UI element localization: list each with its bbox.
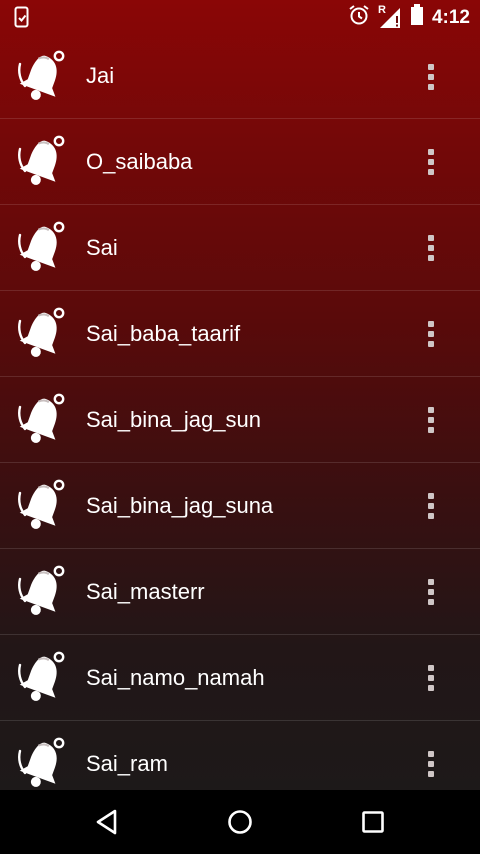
ringtone-name: Sai_baba_taarif bbox=[86, 321, 241, 346]
bell-icon bbox=[16, 305, 68, 361]
bell-icon bbox=[16, 219, 68, 275]
alarm-clock-icon bbox=[348, 4, 370, 31]
bell-icon bbox=[16, 735, 68, 790]
bell-icon bbox=[16, 477, 68, 533]
list-item[interactable]: Sai_namo_namah bbox=[0, 635, 480, 721]
ringtone-name: Sai bbox=[86, 235, 118, 260]
phone-update-icon bbox=[14, 6, 30, 33]
more-vert-icon[interactable] bbox=[416, 231, 446, 265]
bell-icon bbox=[16, 563, 68, 619]
recents-button[interactable] bbox=[357, 806, 389, 838]
ringtone-name: Sai_bina_jag_suna bbox=[86, 493, 274, 518]
list-item[interactable]: O_saibaba bbox=[0, 119, 480, 205]
more-vert-icon[interactable] bbox=[416, 747, 446, 781]
ringtone-name: Sai_bina_jag_sun bbox=[86, 407, 261, 432]
list-item[interactable]: Sai_bina_jag_sun bbox=[0, 377, 480, 463]
battery-icon bbox=[410, 4, 424, 31]
more-vert-icon[interactable] bbox=[416, 145, 446, 179]
navigation-bar bbox=[0, 790, 480, 854]
more-vert-icon[interactable] bbox=[416, 661, 446, 695]
bell-icon bbox=[16, 48, 68, 104]
ringtone-name: Sai_ram bbox=[86, 751, 168, 776]
more-vert-icon[interactable] bbox=[416, 60, 446, 94]
bell-icon bbox=[16, 133, 68, 189]
home-button[interactable] bbox=[224, 806, 256, 838]
more-vert-icon[interactable] bbox=[416, 317, 446, 351]
list-item[interactable]: Jai bbox=[0, 34, 480, 119]
status-time: 4:12 bbox=[431, 6, 470, 28]
back-icon bbox=[96, 809, 117, 835]
more-vert-icon[interactable] bbox=[416, 403, 446, 437]
home-icon bbox=[228, 810, 252, 834]
ringtone-name: Jai bbox=[86, 63, 115, 88]
bell-icon bbox=[16, 649, 68, 705]
ringtone-name: Sai_masterr bbox=[86, 579, 205, 604]
list-item[interactable]: Sai_ram bbox=[0, 721, 480, 790]
back-button[interactable] bbox=[91, 806, 123, 838]
list-item[interactable]: Sai bbox=[0, 205, 480, 291]
list-item[interactable]: Sai_bina_jag_suna bbox=[0, 463, 480, 549]
signal-icon: R bbox=[377, 3, 402, 30]
more-vert-icon[interactable] bbox=[416, 575, 446, 609]
list-item[interactable]: Sai_masterr bbox=[0, 549, 480, 635]
list-item[interactable]: Sai_baba_taarif bbox=[0, 291, 480, 377]
ringtone-name: Sai_namo_namah bbox=[86, 665, 265, 690]
ringtone-list[interactable]: Jai O_saibaba Sai Sai_baba_taarif Sai_bi… bbox=[0, 34, 480, 790]
bell-icon bbox=[16, 391, 68, 447]
recents-icon bbox=[362, 811, 384, 833]
more-vert-icon[interactable] bbox=[416, 489, 446, 523]
ringtone-name: O_saibaba bbox=[86, 149, 193, 174]
status-bar: R 4:12 bbox=[0, 0, 480, 34]
roaming-indicator: R bbox=[377, 3, 386, 16]
